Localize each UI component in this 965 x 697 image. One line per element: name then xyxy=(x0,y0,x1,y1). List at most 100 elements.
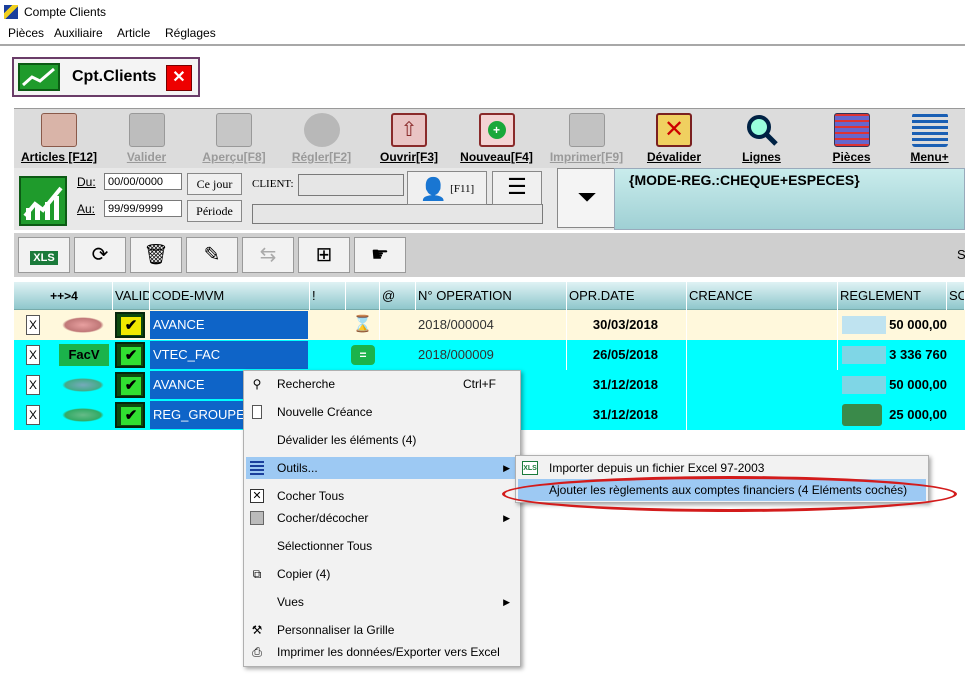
checkmark-icon: ✔ xyxy=(121,407,141,425)
menu-item-vues[interactable]: Vues ▶ xyxy=(246,591,518,613)
menu-reglages[interactable]: Réglages xyxy=(165,26,216,40)
edit-button[interactable]: ✎ xyxy=(186,237,238,273)
app-icon xyxy=(4,5,18,19)
date-cell: 31/12/2018 xyxy=(567,370,687,400)
filter-funnel-icon[interactable]: ⏷ xyxy=(557,168,617,228)
date-cell: 31/12/2018 xyxy=(567,400,687,430)
menu-item-cocher-decocher[interactable]: Cocher/décocher ▶ xyxy=(246,507,518,529)
col-reglement[interactable]: REGLEMENT xyxy=(838,282,947,310)
chart-icon xyxy=(19,176,67,226)
menu-item-imprimer-exporter[interactable]: ⎙ Imprimer les données/Exporter vers Exc… xyxy=(246,641,518,663)
articles-button[interactable]: Articles [F12] xyxy=(14,109,104,167)
printer-icon: ⎙ xyxy=(252,645,262,659)
col-at[interactable]: @ xyxy=(380,282,416,310)
tools-icon: ⚒ xyxy=(251,623,263,637)
annotation-highlight xyxy=(502,476,957,512)
row-checkbox[interactable]: X xyxy=(26,315,40,335)
select-button[interactable]: ⊞ xyxy=(298,237,350,273)
coins-icon xyxy=(62,378,104,392)
chart-icon xyxy=(18,63,60,91)
pointer-button[interactable]: ☛ xyxy=(354,237,406,273)
refresh-icon: ⟳ xyxy=(91,244,109,266)
tab-label: Cpt.Clients xyxy=(72,68,157,85)
facv-badge: FacV xyxy=(59,344,109,366)
checkbox-x-icon: ✕ xyxy=(250,489,264,503)
delete-button[interactable]: 🗑 xyxy=(130,237,182,273)
imprimer-button[interactable]: Imprimer[F9] xyxy=(539,109,634,167)
apercu-button[interactable]: Aperçu[F8] xyxy=(189,109,279,167)
menu-article[interactable]: Article xyxy=(117,26,150,40)
valid-status: ✔ xyxy=(115,372,145,398)
preview-icon xyxy=(216,113,252,147)
du-date-input[interactable]: 00/00/0000 xyxy=(104,173,182,190)
creance-cell xyxy=(687,340,838,370)
col-code-mvm[interactable]: CODE-MVM xyxy=(150,282,310,310)
col-solde[interactable]: SO xyxy=(947,282,965,310)
col-creance[interactable]: CREANCE xyxy=(687,282,838,310)
row-checkbox[interactable]: X xyxy=(26,405,40,425)
col-status[interactable] xyxy=(346,282,380,310)
menu-item-selectionner-tous[interactable]: Sélectionner Tous xyxy=(246,535,518,557)
menu-item-personnaliser[interactable]: ⚒ Personnaliser la Grille xyxy=(246,619,518,641)
hand-icon: ☛ xyxy=(371,244,389,266)
edit-icon: ✎ xyxy=(203,244,221,266)
main-toolbar: Articles [F12] Valider Aperçu[F8] Régler… xyxy=(14,108,965,168)
tab-cpt-clients[interactable]: Cpt.Clients ✕ xyxy=(12,57,200,97)
document-icon xyxy=(252,405,262,419)
unvalidate-icon: ✕ xyxy=(656,113,692,147)
xls-printer-icon: XLS xyxy=(30,251,58,265)
menu-auxiliaire[interactable]: Auxiliaire xyxy=(54,26,103,40)
valider-button[interactable]: Valider xyxy=(104,109,189,167)
devalider-button[interactable]: ✕ Dévalider xyxy=(634,109,714,167)
col-valid[interactable]: VALID xyxy=(113,282,150,310)
table-row[interactable]: X ✔ AVANCE ⌛ 2018/000004 30/03/2018 50 0… xyxy=(14,310,965,340)
nouveau-button[interactable]: + Nouveau[F4] xyxy=(454,109,539,167)
menu-pieces[interactable]: Pièces xyxy=(8,26,44,40)
context-menu: ⚲ Recherche Ctrl+F Nouvelle Créance Déva… xyxy=(243,370,521,667)
equals-icon: = xyxy=(351,345,375,365)
creance-cell xyxy=(687,310,838,340)
selection-icon: ⊞ xyxy=(315,244,333,266)
refresh-button[interactable]: ⟳ xyxy=(74,237,126,273)
regler-button[interactable]: Régler[F2] xyxy=(279,109,364,167)
client-code-input[interactable] xyxy=(298,174,404,196)
row-checkbox[interactable]: X xyxy=(26,345,40,365)
hamburger-menu-icon[interactable]: ☰ xyxy=(492,171,542,205)
table-row[interactable]: X FacV ✔ VTEC_FAC = 2018/000009 26/05/20… xyxy=(14,340,965,370)
xls-icon: XLS xyxy=(522,461,538,475)
valid-status: ✔ xyxy=(115,402,145,428)
piggy-bank-icon xyxy=(62,317,104,333)
menu-item-cocher-tous[interactable]: ✕ Cocher Tous xyxy=(246,485,518,507)
lignes-button[interactable]: Lignes xyxy=(714,109,809,167)
menu-item-outils[interactable]: Outils... ▶ xyxy=(246,457,518,479)
client-name-input[interactable] xyxy=(252,204,543,224)
mode-reg-label: {MODE-REG.:CHEQUE+ESPECES} xyxy=(629,172,860,188)
menu-plus-button[interactable]: Menu+ xyxy=(894,109,965,167)
col-check[interactable]: ++>4 xyxy=(14,282,113,310)
menu-item-recherche[interactable]: ⚲ Recherche Ctrl+F xyxy=(246,373,518,395)
ce-jour-button[interactable]: Ce jour xyxy=(187,173,242,195)
col-date[interactable]: OPR.DATE xyxy=(567,282,687,310)
row-checkbox[interactable]: X xyxy=(26,375,40,395)
copy-icon: ⧉ xyxy=(252,567,262,581)
au-date-input[interactable]: 99/99/9999 xyxy=(104,200,182,217)
col-flag[interactable]: ! xyxy=(310,282,346,310)
ouvrir-button[interactable]: ⇧ Ouvrir[F3] xyxy=(364,109,454,167)
checkmark-icon: ✔ xyxy=(121,377,141,395)
menu-item-copier[interactable]: ⧉ Copier (4) xyxy=(246,563,518,585)
export-xls-button[interactable]: XLS xyxy=(18,237,70,273)
toolbar2-right-text: S xyxy=(957,247,965,262)
close-icon[interactable]: ✕ xyxy=(166,65,192,91)
client-lookup-button[interactable]: 👤 [F11] xyxy=(407,171,487,205)
col-operation[interactable]: N° OPERATION xyxy=(416,282,567,310)
checkmark-icon: ✔ xyxy=(121,347,141,365)
periode-button[interactable]: Période xyxy=(187,200,242,222)
f11-label: [F11] xyxy=(450,183,475,195)
menu-item-nouvelle-creance[interactable]: Nouvelle Créance xyxy=(246,401,518,423)
pieces-button[interactable]: Pièces xyxy=(809,109,894,167)
code-mvm-cell: VTEC_FAC xyxy=(150,341,308,369)
menu-item-devalider[interactable]: Dévalider les éléments (4) xyxy=(246,429,518,451)
transfer-button[interactable]: ⇆ xyxy=(242,237,294,273)
operation-cell: 2018/000004 xyxy=(416,310,567,340)
submenu-arrow-icon: ▶ xyxy=(503,463,510,473)
